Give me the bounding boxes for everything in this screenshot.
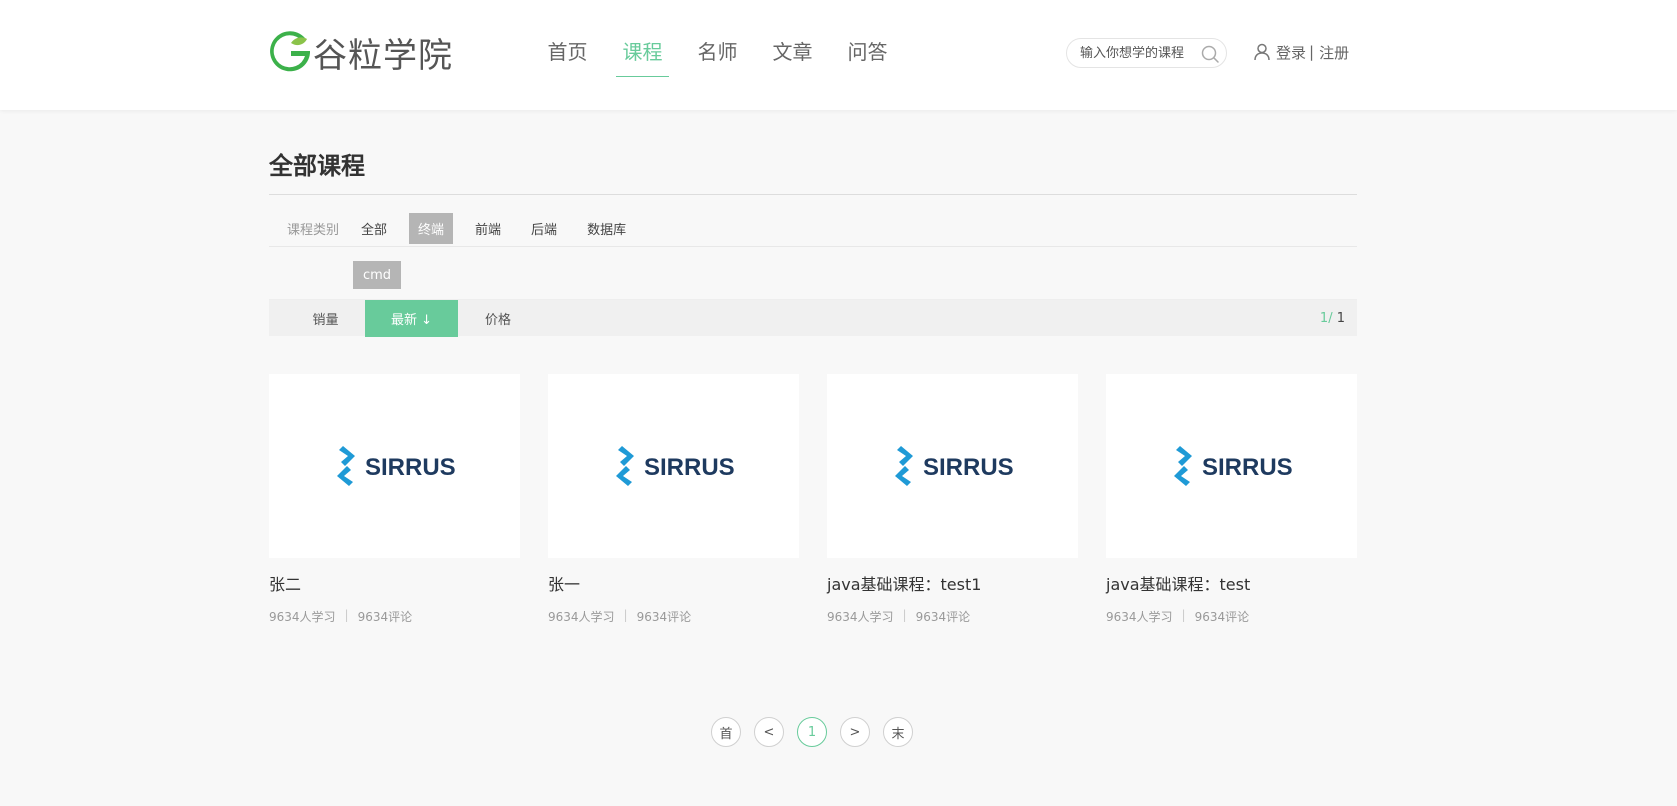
register-link[interactable]: 注册 bbox=[1319, 42, 1349, 63]
category-divider bbox=[269, 246, 1357, 247]
search-box bbox=[1066, 38, 1227, 68]
page-indicator: 1/ 1 bbox=[1320, 311, 1345, 326]
nav-home[interactable]: 首页 bbox=[530, 0, 605, 110]
course-comments: 9634评论 bbox=[1194, 610, 1250, 624]
category-filter: 课程类别 全部 终端 前端 后端 数据库 bbox=[269, 210, 1357, 247]
sirrus-logo-icon: SIRRUS bbox=[1173, 446, 1293, 486]
course-students: 9634人学习 bbox=[548, 610, 615, 624]
page-next-button[interactable]: > bbox=[840, 717, 870, 747]
pagination: 首 < 1 > 末 bbox=[711, 717, 926, 747]
search-icon[interactable] bbox=[1200, 44, 1220, 64]
logo-mark-icon bbox=[270, 31, 310, 72]
page-first-button[interactable]: 首 bbox=[711, 717, 741, 747]
meta-separator: | bbox=[902, 608, 907, 622]
category-terminal[interactable]: 终端 bbox=[409, 213, 454, 244]
page-last-button[interactable]: 末 bbox=[883, 717, 913, 747]
course-card[interactable]: SIRRUS java基础课程：test1 9634人学习 | 9634评论 bbox=[827, 374, 1078, 625]
course-title[interactable]: 张二 bbox=[269, 571, 520, 595]
sort-price[interactable]: 价格 bbox=[468, 300, 528, 337]
course-cover[interactable]: SIRRUS bbox=[1106, 374, 1357, 558]
page-number-button[interactable]: 1 bbox=[797, 717, 827, 747]
course-comments: 9634评论 bbox=[915, 610, 971, 624]
course-card[interactable]: SIRRUS java基础课程：test 9634人学习 | 9634评论 bbox=[1106, 374, 1357, 625]
course-title[interactable]: java基础课程：test bbox=[1106, 571, 1357, 595]
nav-courses[interactable]: 课程 bbox=[605, 0, 680, 110]
course-title[interactable]: java基础课程：test1 bbox=[827, 571, 1078, 595]
course-meta: 9634人学习 | 9634评论 bbox=[269, 608, 520, 625]
category-database[interactable]: 数据库 bbox=[579, 213, 634, 244]
page-current: 1 bbox=[1319, 311, 1329, 326]
nav-articles[interactable]: 文章 bbox=[755, 0, 830, 110]
cover-logo-text: SIRRUS bbox=[365, 454, 456, 481]
page-total: 1 bbox=[1336, 311, 1345, 326]
course-card[interactable]: SIRRUS 张一 9634人学习 | 9634评论 bbox=[548, 374, 799, 625]
site-header: 谷粒学院 首页 课程 名师 文章 问答 登录 | 注册 bbox=[0, 0, 1677, 110]
search-input[interactable] bbox=[1080, 45, 1206, 61]
cover-logo-text: SIRRUS bbox=[644, 454, 735, 481]
cover-logo-text: SIRRUS bbox=[923, 454, 1014, 481]
course-cover[interactable]: SIRRUS bbox=[548, 374, 799, 558]
course-cover[interactable]: SIRRUS bbox=[827, 374, 1078, 558]
course-title[interactable]: 张一 bbox=[548, 571, 799, 595]
course-students: 9634人学习 bbox=[827, 610, 894, 624]
course-card[interactable]: SIRRUS 张二 9634人学习 | 9634评论 bbox=[269, 374, 520, 625]
sort-bar: 销量 最新 ↓ 价格 1/ 1 bbox=[269, 299, 1357, 337]
page-separator: / bbox=[1328, 311, 1337, 326]
course-students: 9634人学习 bbox=[1106, 610, 1173, 624]
category-backend[interactable]: 后端 bbox=[523, 213, 565, 244]
meta-separator: | bbox=[623, 608, 628, 622]
sirrus-logo-icon: SIRRUS bbox=[336, 446, 456, 486]
course-comments: 9634评论 bbox=[636, 610, 692, 624]
category-label: 课程类别 bbox=[287, 223, 340, 238]
page-title: 全部课程 bbox=[269, 152, 365, 180]
nav-qa[interactable]: 问答 bbox=[830, 0, 905, 110]
meta-separator: | bbox=[1181, 608, 1186, 622]
nav-teachers[interactable]: 名师 bbox=[680, 0, 755, 110]
title-divider bbox=[269, 194, 1357, 195]
category-all[interactable]: 全部 bbox=[353, 213, 395, 244]
site-logo[interactable]: 谷粒学院 bbox=[269, 30, 453, 76]
meta-separator: | bbox=[344, 608, 349, 622]
sort-sales[interactable]: 销量 bbox=[298, 300, 353, 337]
main-nav: 首页 课程 名师 文章 问答 bbox=[530, 0, 905, 110]
logo-text: 谷粒学院 bbox=[313, 35, 453, 76]
user-icon bbox=[1254, 43, 1270, 61]
cover-logo-text: SIRRUS bbox=[1202, 454, 1293, 481]
course-students: 9634人学习 bbox=[269, 610, 336, 624]
course-list: SIRRUS 张二 9634人学习 | 9634评论 SIRRUS 张一 963… bbox=[269, 374, 1357, 634]
course-comments: 9634评论 bbox=[357, 610, 413, 624]
sirrus-logo-icon: SIRRUS bbox=[615, 446, 735, 486]
course-meta: 9634人学习 | 9634评论 bbox=[548, 608, 799, 625]
course-cover[interactable]: SIRRUS bbox=[269, 374, 520, 558]
sirrus-logo-icon: SIRRUS bbox=[894, 446, 1014, 486]
course-meta: 9634人学习 | 9634评论 bbox=[827, 608, 1078, 625]
user-area: 登录 | 注册 bbox=[1252, 40, 1349, 64]
login-link[interactable]: 登录 bbox=[1276, 42, 1306, 63]
course-meta: 9634人学习 | 9634评论 bbox=[1106, 608, 1357, 625]
category-frontend[interactable]: 前端 bbox=[467, 213, 509, 244]
subcategory-cmd[interactable]: cmd bbox=[353, 261, 402, 289]
sort-newest[interactable]: 最新 ↓ bbox=[365, 299, 458, 337]
page-prev-button[interactable]: < bbox=[754, 717, 784, 747]
login-separator: | bbox=[1309, 43, 1315, 61]
